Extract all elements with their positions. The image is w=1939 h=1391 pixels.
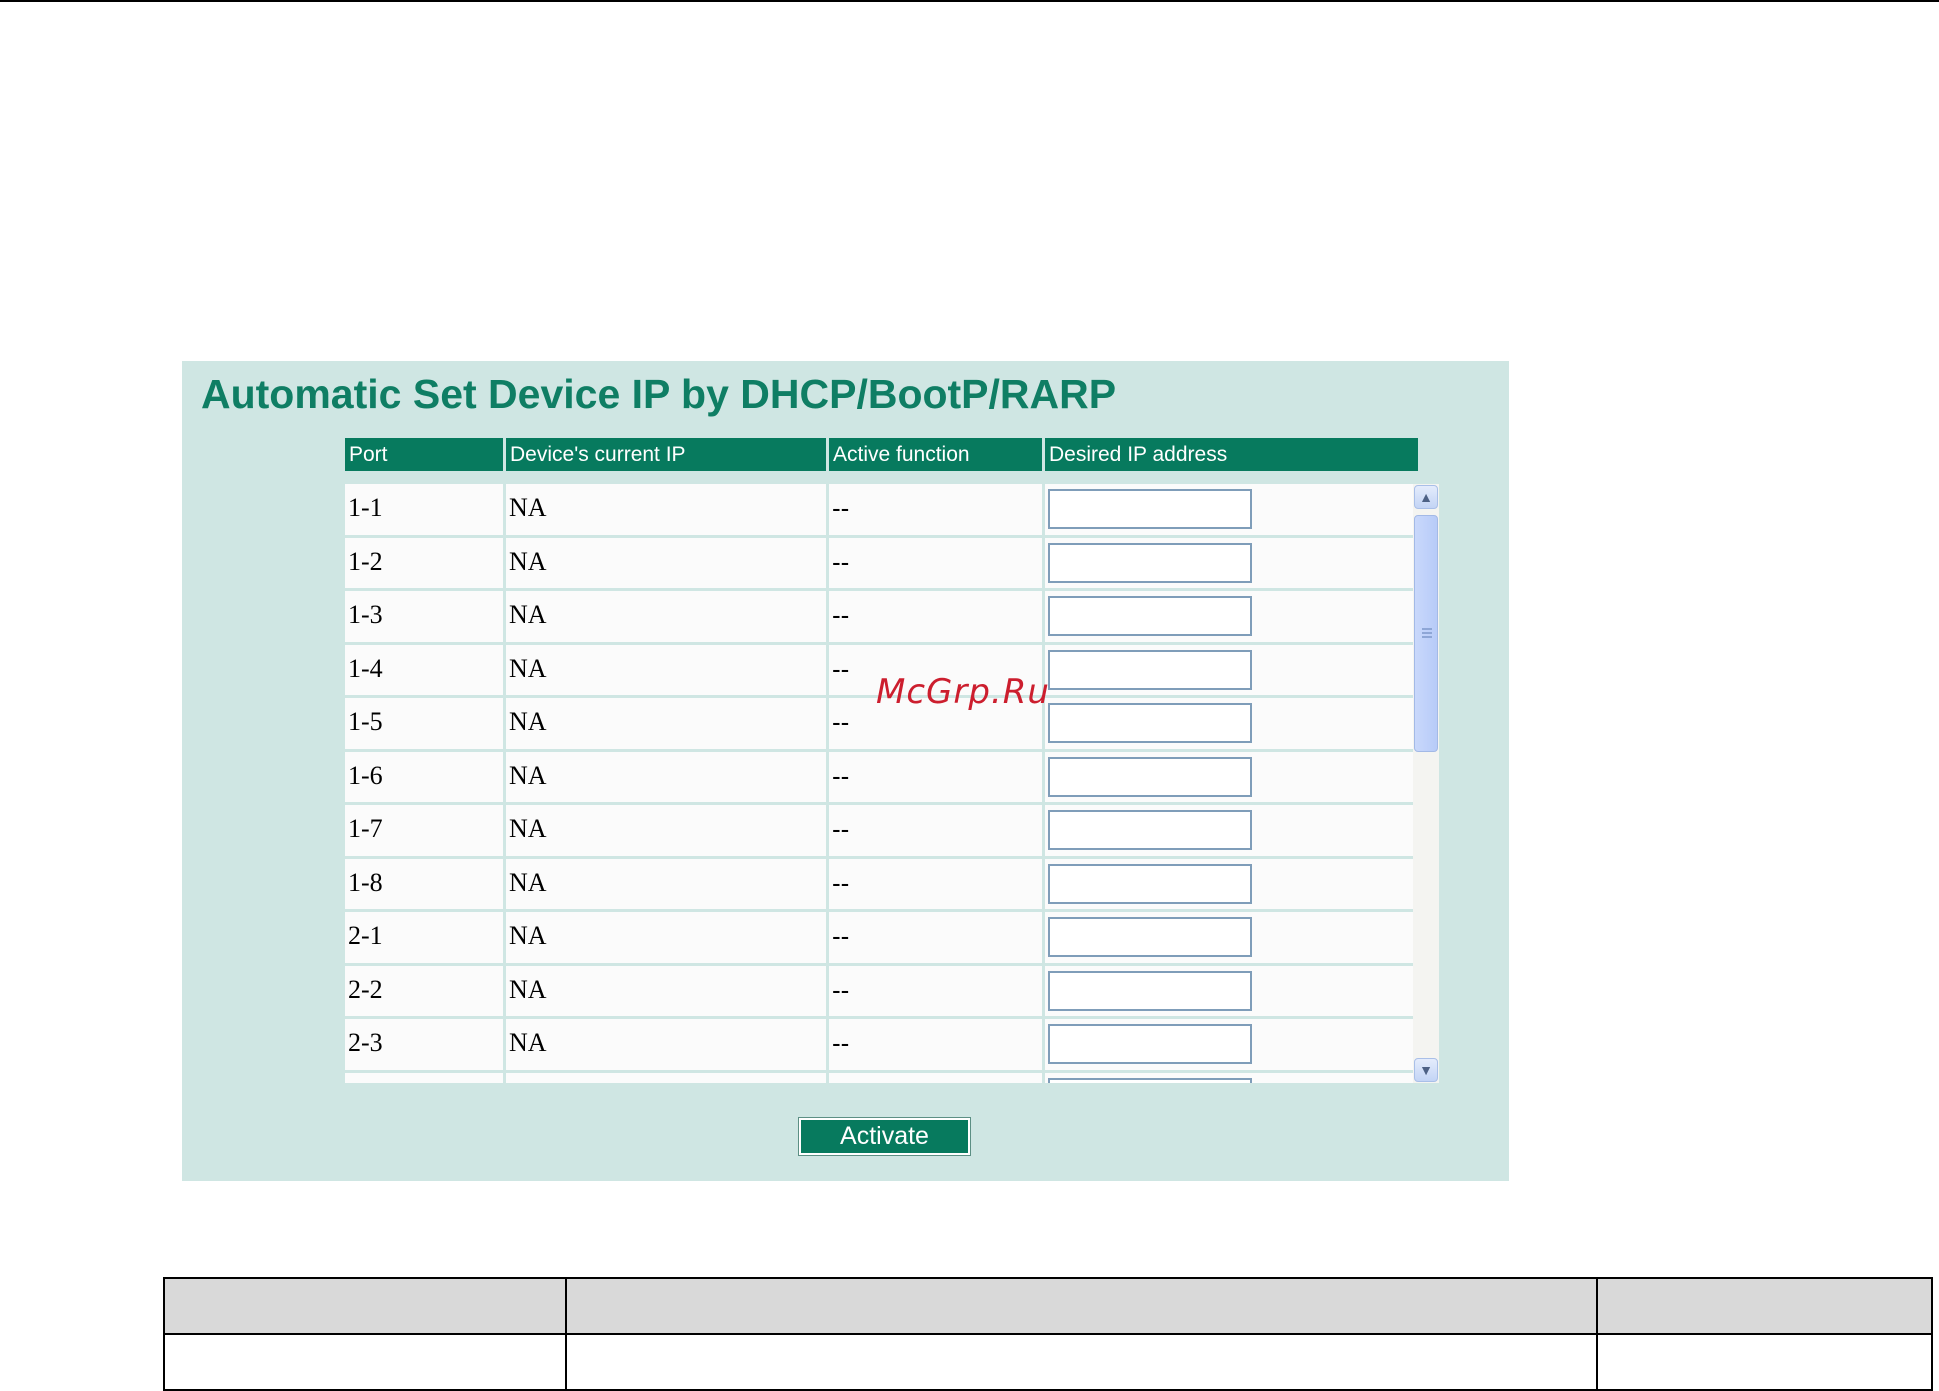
desired-ip-input[interactable] [1048,542,1252,583]
table-row: 2-2 NA -- [345,965,1421,1019]
parameter-cell [163,1333,567,1391]
desired-ip-cell [1045,538,1421,589]
port-cell: 1-8 [345,858,506,909]
desired-ip-input[interactable] [1048,649,1252,690]
column-header-port: Port [345,438,503,471]
desired-ip-input[interactable] [1048,756,1252,797]
table-header: Port Device's current IP Active function… [345,438,1421,471]
chevron-down-icon[interactable]: ▼ [1414,1058,1438,1082]
port-cell: 1-7 [345,805,506,856]
parameter-header-cell [565,1277,1598,1335]
active-function-cell: -- [829,751,1045,802]
active-function-cell: -- [829,1072,1045,1083]
active-function-cell: -- [829,1019,1045,1070]
port-cell: 1-4 [345,644,506,695]
table-row: 1-2 NA -- [345,537,1421,591]
active-function-cell: -- [829,965,1045,1016]
table-row: 2-3 NA -- [345,1019,1421,1073]
parameter-header-cell [1596,1277,1933,1335]
port-cell: 2-1 [345,912,506,963]
desired-ip-input[interactable] [1048,917,1252,957]
page-title: Automatic Set Device IP by DHCP/BootP/RA… [201,371,1117,417]
desired-ip-cell [1045,1019,1421,1070]
desired-ip-cell [1045,645,1421,696]
desired-ip-cell [1045,591,1421,642]
parameter-table-header [163,1277,1933,1335]
current-ip-cell: NA [506,858,829,909]
desired-ip-cell [1045,698,1421,749]
parameter-header-cell [163,1277,567,1335]
current-ip-cell: NA [506,1072,829,1083]
parameter-cell [565,1333,1598,1391]
port-cell: 1-2 [345,537,506,588]
desired-ip-input[interactable] [1048,1024,1252,1064]
column-header-desired-ip: Desired IP address [1045,438,1418,471]
port-cell: 1-6 [345,751,506,802]
active-function-cell: -- [829,912,1045,963]
desired-ip-cell [1045,484,1421,535]
table-row: 1-6 NA -- [345,751,1421,805]
parameter-table-row [163,1333,1933,1391]
desired-ip-cell [1045,805,1421,856]
port-cell: 2-3 [345,1019,506,1070]
parameter-cell [1596,1333,1933,1391]
table-row: 2-1 NA -- [345,912,1421,966]
port-cell: 1-3 [345,591,506,642]
desired-ip-cell [1045,966,1421,1017]
desired-ip-input[interactable] [1048,863,1252,904]
active-function-cell: -- [829,484,1045,535]
desired-ip-input[interactable] [1048,1077,1252,1083]
current-ip-cell: NA [506,484,829,535]
table-row: 1-1 NA -- [345,484,1421,538]
chevron-up-icon[interactable]: ▲ [1414,485,1438,509]
desired-ip-input[interactable] [1048,703,1252,743]
vertical-scrollbar[interactable]: ▲ ▼ [1413,484,1439,1083]
desired-ip-input[interactable] [1048,489,1252,529]
table-row: 1-3 NA -- [345,591,1421,645]
desired-ip-input[interactable] [1048,970,1252,1011]
current-ip-cell: NA [506,698,829,749]
current-ip-cell: NA [506,591,829,642]
current-ip-cell: NA [506,912,829,963]
port-cell: 2-2 [345,965,506,1016]
scrollbar-thumb[interactable] [1414,515,1438,752]
parameter-table [163,1277,1933,1391]
table-row: 1-8 NA -- [345,858,1421,912]
current-ip-cell: NA [506,1019,829,1070]
top-rule [0,0,1939,2]
desired-ip-input[interactable] [1048,596,1252,636]
current-ip-cell: NA [506,751,829,802]
port-cell: 1-1 [345,484,506,535]
column-header-active-function: Active function [829,438,1042,471]
dhcp-bootp-rarp-panel: Automatic Set Device IP by DHCP/BootP/RA… [182,361,1509,1181]
port-cell: 1-5 [345,698,506,749]
grip-icon [1422,628,1432,638]
port-list-scroll-area[interactable]: 1-1 NA -- 1-2 NA -- 1-3 NA -- 1-4 NA -- 1-5 NA -- 1-6 NA… [345,484,1439,1083]
active-function-cell: -- [829,805,1045,856]
active-function-cell: -- [829,591,1045,642]
port-cell: 2-4 [345,1072,506,1083]
current-ip-cell: NA [506,644,829,695]
desired-ip-cell [1045,752,1421,803]
port-rows: 1-1 NA -- 1-2 NA -- 1-3 NA -- 1-4 NA -- 1-5 NA -- 1-6 NA… [345,484,1421,1083]
watermark: McGrp.Ru [876,672,1050,712]
column-header-current-ip: Device's current IP [506,438,826,471]
table-row: 2-4NA-- [345,1072,1421,1083]
desired-ip-input[interactable] [1048,810,1252,850]
activate-button[interactable]: Activate [799,1118,970,1155]
active-function-cell: -- [829,537,1045,588]
active-function-cell: -- [829,858,1045,909]
desired-ip-cell [1045,912,1421,963]
current-ip-cell: NA [506,965,829,1016]
desired-ip-cell [1045,859,1421,910]
current-ip-cell: NA [506,537,829,588]
desired-ip-cell [1045,1073,1421,1083]
current-ip-cell: NA [506,805,829,856]
table-row: 1-7 NA -- [345,805,1421,859]
